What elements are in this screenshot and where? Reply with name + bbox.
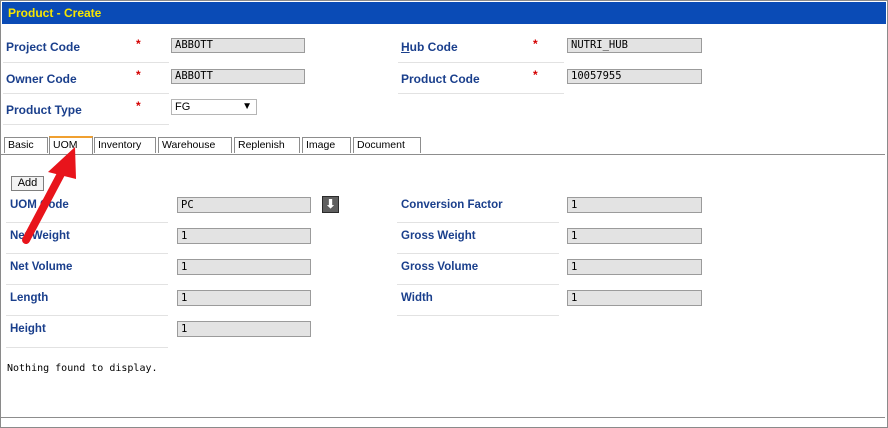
net-volume-label: Net Volume <box>10 261 73 273</box>
net-weight-field[interactable]: 1 <box>177 228 311 244</box>
project-code-label: Project Code <box>6 40 81 54</box>
window-title: Product - Create <box>2 2 886 24</box>
width-label: Width <box>401 292 433 304</box>
down-arrow-icon: ⬇ <box>325 197 336 211</box>
conversion-factor-label: Conversion Factor <box>401 199 503 211</box>
uom-tab-panel <box>1 154 885 418</box>
add-button[interactable]: Add <box>11 176 44 191</box>
divider <box>3 62 169 63</box>
hub-code-label: Hub Code <box>401 40 458 54</box>
net-volume-field[interactable]: 1 <box>177 259 311 275</box>
product-type-select[interactable]: FG ▼ <box>171 99 257 115</box>
hub-code-field[interactable]: NUTRI_HUB <box>567 38 702 53</box>
divider <box>398 93 564 94</box>
length-field[interactable]: 1 <box>177 290 311 306</box>
required-marker: * <box>136 37 141 51</box>
divider <box>397 253 559 254</box>
dropdown-arrow-icon[interactable]: ▼ <box>242 100 252 114</box>
net-weight-label: Net Weight <box>10 230 70 242</box>
project-code-field[interactable]: ABBOTT <box>171 38 305 53</box>
owner-code-label: Owner Code <box>6 72 77 86</box>
tab-uom[interactable]: UOM <box>49 136 93 154</box>
download-button[interactable]: ⬇ <box>322 196 339 213</box>
gross-weight-field[interactable]: 1 <box>567 228 702 244</box>
divider <box>3 93 169 94</box>
divider <box>3 124 169 125</box>
product-type-label: Product Type <box>6 103 82 117</box>
hub-code-label-rest: ub Code <box>409 40 458 54</box>
required-marker: * <box>533 68 538 82</box>
required-marker: * <box>136 99 141 113</box>
divider <box>397 315 559 316</box>
gross-volume-label: Gross Volume <box>401 261 479 273</box>
product-type-value: FG <box>175 101 191 113</box>
tab-replenish[interactable]: Replenish <box>234 137 300 153</box>
divider <box>6 284 168 285</box>
product-code-field[interactable]: 10057955 <box>567 69 702 84</box>
divider <box>397 284 559 285</box>
tab-inventory[interactable]: Inventory <box>94 137 156 153</box>
tab-document[interactable]: Document <box>353 137 421 153</box>
divider <box>397 222 559 223</box>
tab-basic[interactable]: Basic <box>4 137 48 153</box>
product-code-label: Product Code <box>401 72 480 86</box>
length-label: Length <box>10 292 49 304</box>
uom-code-label: UOM Code <box>10 199 69 211</box>
height-label: Height <box>10 323 46 335</box>
conversion-factor-field[interactable]: 1 <box>567 197 702 213</box>
owner-code-field[interactable]: ABBOTT <box>171 69 305 84</box>
empty-list-message: Nothing found to display. <box>7 363 158 374</box>
width-field[interactable]: 1 <box>567 290 702 306</box>
gross-volume-field[interactable]: 1 <box>567 259 702 275</box>
height-field[interactable]: 1 <box>177 321 311 337</box>
uom-code-field[interactable]: PC <box>177 197 311 213</box>
divider <box>398 62 564 63</box>
divider <box>6 347 168 348</box>
divider <box>6 253 168 254</box>
required-marker: * <box>533 37 538 51</box>
gross-weight-label: Gross Weight <box>401 230 476 242</box>
required-marker: * <box>136 68 141 82</box>
tab-image[interactable]: Image <box>302 137 351 153</box>
divider <box>6 222 168 223</box>
tab-warehouse[interactable]: Warehouse <box>158 137 232 153</box>
hub-code-accesskey: H <box>401 40 410 54</box>
divider <box>6 315 168 316</box>
